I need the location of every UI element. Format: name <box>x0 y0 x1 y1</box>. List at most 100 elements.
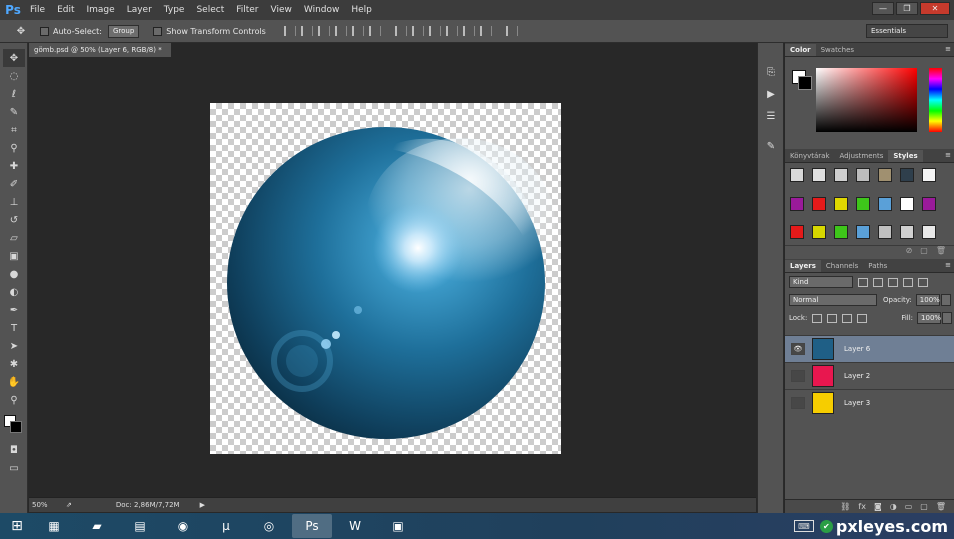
adjustment-layer-icon[interactable]: ◑ <box>890 502 897 511</box>
menu-view[interactable]: View <box>265 0 298 20</box>
clear-style-icon[interactable]: ⊘ <box>906 246 913 257</box>
style-swatch[interactable] <box>900 168 914 182</box>
lasso-tool-icon[interactable]: ℓ <box>3 85 25 103</box>
menu-window[interactable]: Window <box>298 0 346 20</box>
hand-tool-icon[interactable]: ✋ <box>3 373 25 391</box>
menu-select[interactable]: Select <box>190 0 230 20</box>
document-tab[interactable]: gömb.psd @ 50% (Layer 6, RGB/8) * <box>29 43 171 57</box>
link-layers-icon[interactable]: ⛓ <box>840 502 850 511</box>
keyboard-icon[interactable]: ⌨ <box>793 520 814 532</box>
new-group-icon[interactable]: ▭ <box>905 502 913 511</box>
distribute-vcenter-icon[interactable] <box>411 26 424 36</box>
align-bottom-icon[interactable] <box>317 26 330 36</box>
style-swatch[interactable] <box>878 225 892 240</box>
chrome-icon[interactable]: ◎ <box>249 514 289 538</box>
style-swatch[interactable] <box>856 196 870 211</box>
tab-channels[interactable]: Channels <box>821 260 863 272</box>
align-left-icon[interactable] <box>334 26 347 36</box>
opacity-arrow-icon[interactable] <box>940 294 951 306</box>
zoom-tool-icon[interactable]: ⚲ <box>3 391 25 409</box>
style-swatch[interactable] <box>922 196 936 211</box>
fill-input[interactable]: 100% <box>917 312 941 324</box>
blend-mode-dropdown[interactable]: Normal <box>789 294 877 306</box>
move-tool-preset-icon[interactable]: ✥ <box>10 22 32 40</box>
style-swatch[interactable] <box>790 168 804 182</box>
style-swatch[interactable] <box>812 168 826 182</box>
crop-tool-icon[interactable]: ⌗ <box>3 121 25 139</box>
explorer-icon[interactable]: ▤ <box>120 514 160 538</box>
style-swatch[interactable] <box>834 225 848 240</box>
align-hcenter-icon[interactable] <box>351 26 364 36</box>
properties-panel-icon[interactable]: ☰ <box>761 107 781 125</box>
distribute-top-icon[interactable] <box>394 26 407 36</box>
close-button[interactable]: ✕ <box>920 2 950 15</box>
show-transform-checkbox[interactable] <box>153 26 163 36</box>
gradient-tool-icon[interactable]: ▣ <box>3 247 25 265</box>
layer-filter-dropdown[interactable]: Kind <box>789 276 853 288</box>
menu-filter[interactable]: Filter <box>230 0 264 20</box>
marquee-tool-icon[interactable]: ◌ <box>3 67 25 85</box>
lock-all-icon[interactable] <box>857 313 868 323</box>
auto-select-dropdown[interactable]: Group <box>107 24 140 38</box>
calculator-icon[interactable]: ▦ <box>34 514 74 538</box>
maximize-button[interactable]: ❐ <box>896 2 918 15</box>
background-color-swatch[interactable] <box>10 421 22 433</box>
brushes-panel-icon[interactable]: ✎ <box>761 137 781 155</box>
minimize-button[interactable]: — <box>872 2 894 15</box>
share-icon[interactable]: ⇗ <box>66 501 72 509</box>
layer-style-icon[interactable]: fx <box>858 502 866 511</box>
history-panel-icon[interactable]: ⎘ <box>761 63 781 81</box>
move-tool-icon[interactable]: ✥ <box>3 49 25 67</box>
style-swatch[interactable] <box>900 225 914 240</box>
style-swatch[interactable] <box>834 168 848 182</box>
menu-type[interactable]: Type <box>158 0 191 20</box>
filter-adjustment-icon[interactable] <box>873 277 883 287</box>
delete-style-icon[interactable]: 🗑 <box>936 246 946 257</box>
status-menu-arrow-icon[interactable]: ▶ <box>200 501 205 509</box>
tab-color[interactable]: Color <box>785 44 816 56</box>
menu-layer[interactable]: Layer <box>121 0 158 20</box>
lock-position-icon[interactable] <box>842 313 853 323</box>
filter-pixel-icon[interactable] <box>858 277 868 287</box>
path-select-tool-icon[interactable]: ➤ <box>3 337 25 355</box>
menu-help[interactable]: Help <box>345 0 378 20</box>
lock-pixels-icon[interactable] <box>827 313 838 323</box>
layers-panel-menu-icon[interactable]: ≡ <box>945 261 951 269</box>
layer-mask-icon[interactable]: ◙ <box>874 502 882 511</box>
new-style-icon[interactable]: ▢ <box>920 246 928 257</box>
workspace-dropdown[interactable]: Essentials <box>866 24 948 38</box>
align-vcenter-icon[interactable] <box>300 26 313 36</box>
style-swatch[interactable] <box>856 225 870 240</box>
visibility-eye-icon[interactable] <box>791 370 805 382</box>
align-right-icon[interactable] <box>368 26 381 36</box>
style-swatch[interactable] <box>812 225 826 240</box>
style-swatch[interactable] <box>834 196 848 211</box>
fill-arrow-icon[interactable] <box>942 312 953 324</box>
styles-panel-menu-icon[interactable]: ≡ <box>945 151 951 159</box>
quick-mask-icon[interactable]: ◘ <box>3 441 25 459</box>
windows-start-icon[interactable]: ⊞ <box>0 513 34 539</box>
auto-align-icon[interactable] <box>505 26 518 36</box>
opacity-input[interactable]: 100% <box>915 294 940 306</box>
viber-icon[interactable]: ◉ <box>163 514 203 538</box>
distribute-hcenter-icon[interactable] <box>462 26 475 36</box>
shape-tool-icon[interactable]: ✱ <box>3 355 25 373</box>
healing-tool-icon[interactable]: ✚ <box>3 157 25 175</box>
type-tool-icon[interactable]: T <box>3 319 25 337</box>
tab-styles[interactable]: Styles <box>888 150 923 162</box>
delete-layer-icon[interactable]: 🗑 <box>936 502 946 511</box>
distribute-bottom-icon[interactable] <box>428 26 441 36</box>
tab-swatches[interactable]: Swatches <box>816 44 859 56</box>
filter-type-icon[interactable] <box>888 277 898 287</box>
color-panel-menu-icon[interactable]: ≡ <box>945 45 951 53</box>
actions-panel-icon[interactable]: ▶ <box>761 85 781 103</box>
style-swatch[interactable] <box>878 168 892 182</box>
dodge-tool-icon[interactable]: ◐ <box>3 283 25 301</box>
filter-shape-icon[interactable] <box>903 277 913 287</box>
visibility-eye-icon[interactable]: 👁 <box>791 343 805 355</box>
color-picker-swatches[interactable] <box>0 413 28 441</box>
lock-transparent-icon[interactable] <box>812 313 823 323</box>
document-canvas[interactable] <box>210 103 561 454</box>
style-swatch[interactable] <box>790 225 804 240</box>
tab-adjustments[interactable]: Adjustments <box>835 150 889 162</box>
